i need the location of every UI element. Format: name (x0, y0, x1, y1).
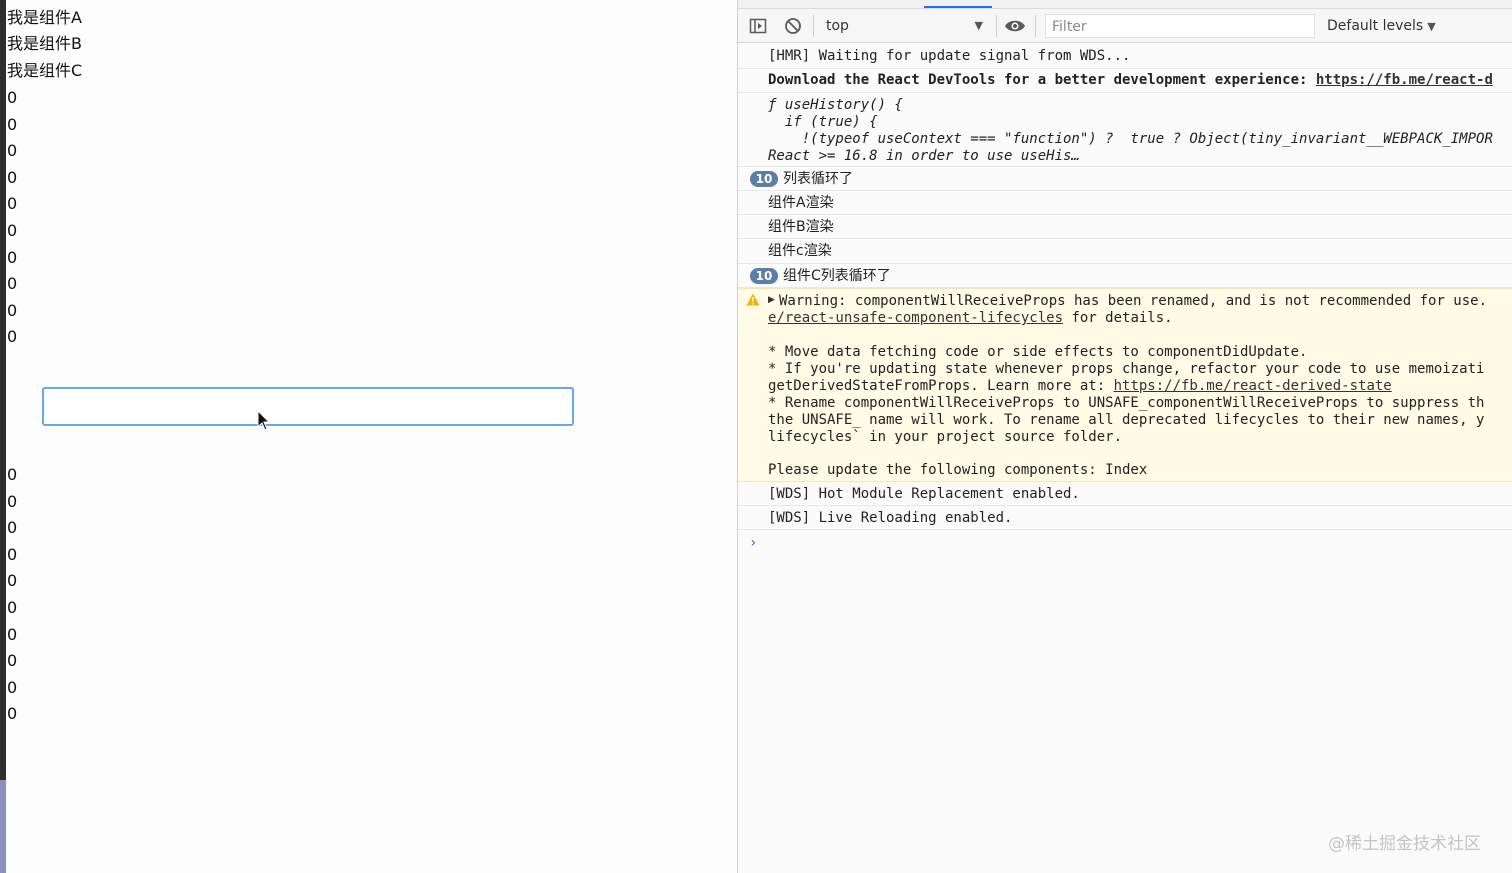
page-content: 我是组件A 我是组件B 我是组件C 0 0 0 0 0 0 0 0 0 0 0 0 0 0 0 0 0 0 0 0 (6, 0, 737, 873)
zero-value: 0 (7, 491, 18, 511)
react-devtools-link[interactable]: https://fb.me/react-d (1316, 72, 1493, 88)
devtools-tab-strip (738, 0, 1512, 9)
zero-value: 0 (7, 114, 18, 134)
console-message: 组件c渲染 (738, 239, 1512, 264)
zero-value: 0 (7, 465, 18, 484)
zero-value: 0 (7, 571, 18, 591)
zero-value: 0 (7, 88, 18, 107)
console-message: 10 列表循环了 (738, 167, 1512, 191)
context-select[interactable]: top ▼ (823, 15, 993, 37)
console-message: [HMR] Waiting for update signal from WDS… (738, 44, 1512, 69)
zero-value: 0 (7, 141, 18, 161)
component-c-text: 我是组件C (7, 61, 83, 80)
console-message: [WDS] Hot Module Replacement enabled. (738, 482, 1512, 506)
zero-value: 0 (7, 274, 18, 294)
console-message: [WDS] Live Reloading enabled. (738, 506, 1512, 530)
context-select-label: top (826, 18, 849, 34)
zero-value: 0 (7, 167, 18, 187)
unsafe-lifecycles-link[interactable]: e/react-unsafe-component-lifecycles (768, 310, 1063, 326)
zero-value: 0 (7, 677, 18, 697)
console-message: 组件B渲染 (738, 215, 1512, 239)
zero-value: 0 (7, 598, 18, 617)
zero-value: 0 (7, 651, 18, 671)
console-message: 组件A渲染 (738, 191, 1512, 215)
chevron-down-icon: ▼ (1427, 20, 1436, 33)
console-toolbar: top ▼ Filter Default levels ▼ (738, 9, 1512, 43)
component-b-text: 我是组件B (7, 34, 82, 53)
console-warning: ▶ Warning: componentWillReceiveProps has… (738, 288, 1512, 482)
chevron-down-icon: ▼ (974, 19, 983, 32)
console-message: ƒ useHistory() { if (true) { !(typeof us… (738, 93, 1512, 167)
zero-value: 0 (7, 194, 18, 214)
warning-icon (746, 293, 760, 306)
zero-value: 0 (7, 544, 18, 564)
zero-value: 0 (7, 327, 18, 347)
console-message: 10 组件C列表循环了 (738, 264, 1512, 288)
zero-value: 0 (7, 518, 18, 538)
zero-value: 0 (7, 221, 18, 240)
zero-value: 0 (7, 704, 18, 724)
default-levels-dropdown[interactable]: Default levels ▼ (1327, 15, 1436, 37)
component-a-text: 我是组件A (7, 8, 82, 27)
devtools-panel: top ▼ Filter Default levels ▼ [HMR] Waiti… (737, 0, 1512, 873)
zero-value: 0 (7, 300, 18, 320)
derived-state-link[interactable]: https://fb.me/react-derived-state (1114, 378, 1392, 394)
console-prompt[interactable]: › (749, 535, 757, 551)
text-input[interactable] (42, 387, 574, 426)
clear-console-icon[interactable] (784, 17, 802, 35)
console-message: Download the React DevTools for a better… (738, 69, 1512, 93)
expand-triangle-icon[interactable]: ▶ (768, 295, 775, 305)
zero-value: 0 (7, 247, 18, 267)
mouse-cursor-icon (257, 410, 271, 431)
sidebar-toggle-icon[interactable] (749, 17, 767, 35)
levels-label: Default levels (1327, 18, 1424, 34)
filter-input[interactable]: Filter (1045, 14, 1315, 38)
eye-icon[interactable] (1004, 17, 1026, 35)
repeat-count-badge: 10 (750, 171, 778, 187)
watermark: @稀土掘金技术社区 (1328, 834, 1481, 854)
repeat-count-badge: 10 (750, 268, 778, 284)
zero-value: 0 (7, 624, 18, 644)
